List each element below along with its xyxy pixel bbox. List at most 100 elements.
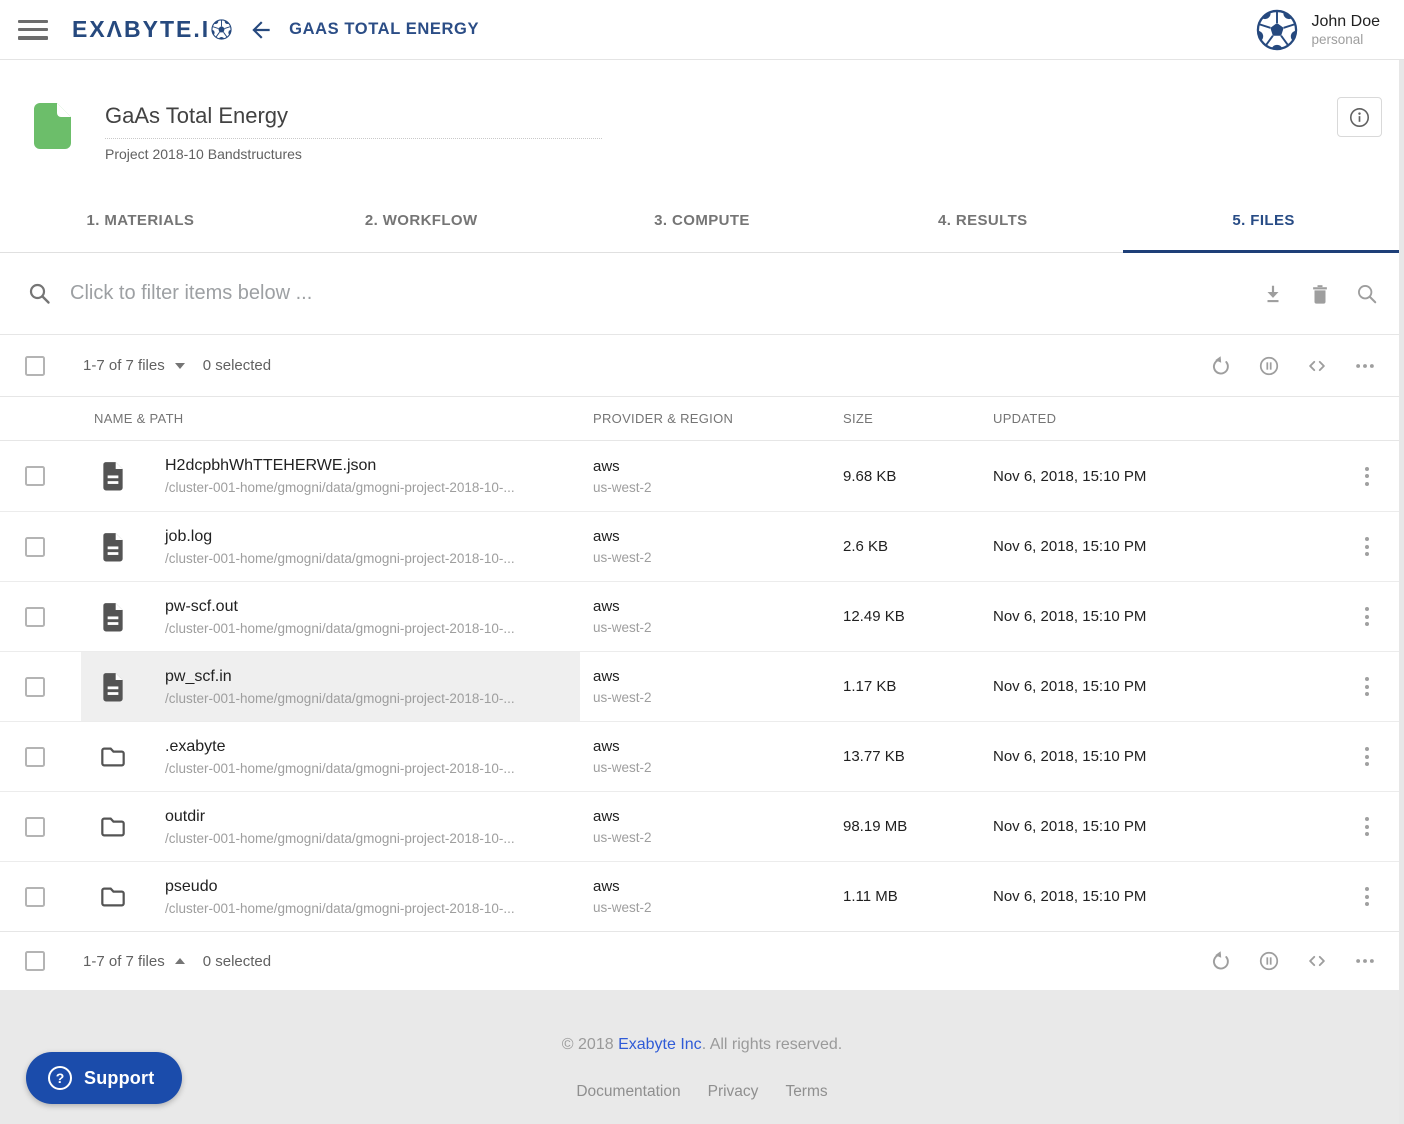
table-row[interactable]: outdir /cluster-001-home/gmogni/data/gmo…	[0, 791, 1404, 861]
updated-date: Nov 6, 2018, 15:10 PM	[993, 608, 1146, 625]
region: us-west-2	[593, 760, 652, 775]
tab-results[interactable]: 4. RESULTS	[842, 189, 1123, 252]
updated-date: Nov 6, 2018, 15:10 PM	[993, 468, 1146, 485]
search-table-icon[interactable]	[1356, 283, 1378, 305]
file-table-header: NAME & PATH PROVIDER & REGION SIZE UPDAT…	[0, 397, 1404, 441]
footer-link-documentation[interactable]: Documentation	[576, 1083, 680, 1101]
user-name: John Doe	[1312, 12, 1381, 33]
footer-link-terms[interactable]: Terms	[785, 1083, 827, 1101]
tab-label: 5. FILES	[1232, 212, 1294, 229]
file-name: pw-scf.out	[165, 598, 515, 616]
pause-icon[interactable]	[1258, 950, 1280, 972]
table-row[interactable]: pw_scf.in /cluster-001-home/gmogni/data/…	[0, 651, 1404, 721]
file-name: pw_scf.in	[165, 668, 515, 686]
file-name: pseudo	[165, 878, 515, 896]
code-icon[interactable]	[1306, 950, 1328, 972]
hamburger-menu-icon[interactable]	[18, 20, 48, 40]
tab-label: 1. MATERIALS	[86, 212, 194, 229]
filter-input[interactable]	[70, 282, 1262, 305]
row-menu-icon[interactable]	[1359, 461, 1375, 492]
file-path: /cluster-001-home/gmogni/data/gmogni-pro…	[165, 901, 515, 916]
file-path: /cluster-001-home/gmogni/data/gmogni-pro…	[165, 691, 515, 706]
pagination-dropdown-bottom[interactable]: 1-7 of 7 files	[83, 953, 185, 970]
table-controls-bottom: 1-7 of 7 files 0 selected	[0, 931, 1404, 990]
page-title: GaAs Total Energy	[105, 103, 602, 139]
region: us-west-2	[593, 620, 652, 635]
help-icon: ?	[48, 1066, 72, 1090]
exabyte-logo[interactable]: EXΛBYTE.I	[72, 16, 232, 43]
entity-header: GaAs Total Energy Project 2018-10 Bandst…	[0, 60, 1404, 189]
filter-bar	[0, 253, 1404, 335]
pause-icon[interactable]	[1258, 355, 1280, 377]
updated-date: Nov 6, 2018, 15:10 PM	[993, 818, 1146, 835]
download-icon[interactable]	[1262, 283, 1284, 305]
column-name-path: NAME & PATH	[81, 411, 580, 426]
info-button[interactable]	[1337, 97, 1382, 137]
tab-workflow[interactable]: 2. WORKFLOW	[281, 189, 562, 252]
tab-label: 3. COMPUTE	[654, 212, 750, 229]
tab-label: 4. RESULTS	[938, 212, 1028, 229]
provider: aws	[593, 738, 652, 755]
info-icon	[1349, 107, 1370, 128]
file-size: 9.68 KB	[843, 468, 896, 485]
table-row[interactable]: .exabyte /cluster-001-home/gmogni/data/g…	[0, 721, 1404, 791]
tab-materials[interactable]: 1. MATERIALS	[0, 189, 281, 252]
provider: aws	[593, 668, 652, 685]
file-size: 2.6 KB	[843, 538, 888, 555]
user-menu[interactable]: John Doe personal	[1256, 9, 1381, 51]
footer-links: Documentation Privacy Terms	[0, 1083, 1404, 1101]
row-checkbox[interactable]	[25, 677, 45, 697]
row-menu-icon[interactable]	[1359, 531, 1375, 562]
row-checkbox[interactable]	[25, 887, 45, 907]
footer-link-privacy[interactable]: Privacy	[708, 1083, 759, 1101]
row-checkbox[interactable]	[25, 817, 45, 837]
select-all-checkbox-bottom[interactable]	[25, 951, 45, 971]
column-provider-region: PROVIDER & REGION	[580, 411, 830, 426]
more-horizontal-icon[interactable]	[1354, 355, 1376, 377]
row-checkbox[interactable]	[25, 747, 45, 767]
row-menu-icon[interactable]	[1359, 741, 1375, 772]
updated-date: Nov 6, 2018, 15:10 PM	[993, 538, 1146, 555]
pagination-dropdown[interactable]: 1-7 of 7 files	[83, 357, 185, 374]
support-button[interactable]: ? Support	[26, 1052, 182, 1104]
file-size: 1.17 KB	[843, 678, 896, 695]
user-account: personal	[1312, 32, 1381, 47]
tab-files[interactable]: 5. FILES	[1123, 189, 1404, 252]
more-horizontal-icon[interactable]	[1354, 950, 1376, 972]
delete-icon[interactable]	[1309, 283, 1331, 305]
scrollbar[interactable]	[1399, 60, 1404, 1124]
row-checkbox[interactable]	[25, 537, 45, 557]
code-icon[interactable]	[1306, 355, 1328, 377]
file-path: /cluster-001-home/gmogni/data/gmogni-pro…	[165, 761, 515, 776]
table-row[interactable]: job.log /cluster-001-home/gmogni/data/gm…	[0, 511, 1404, 581]
row-menu-icon[interactable]	[1359, 811, 1375, 842]
logo-text: EXΛBYTE.I	[72, 16, 210, 43]
row-menu-icon[interactable]	[1359, 671, 1375, 702]
back-arrow-icon[interactable]	[248, 17, 274, 43]
search-icon	[28, 282, 52, 306]
updated-date: Nov 6, 2018, 15:10 PM	[993, 678, 1146, 695]
file-size: 98.19 MB	[843, 818, 907, 835]
region: us-west-2	[593, 550, 652, 565]
table-row[interactable]: pw-scf.out /cluster-001-home/gmogni/data…	[0, 581, 1404, 651]
region: us-west-2	[593, 690, 652, 705]
tab-compute[interactable]: 3. COMPUTE	[562, 189, 843, 252]
company-link[interactable]: Exabyte Inc	[618, 1036, 702, 1053]
row-checkbox[interactable]	[25, 607, 45, 627]
file-name: .exabyte	[165, 738, 515, 756]
pagination-range: 1-7 of 7 files	[83, 953, 165, 970]
select-all-checkbox[interactable]	[25, 356, 45, 376]
column-updated: UPDATED	[980, 411, 1330, 426]
table-row[interactable]: pseudo /cluster-001-home/gmogni/data/gmo…	[0, 861, 1404, 931]
tab-label: 2. WORKFLOW	[365, 212, 478, 229]
refresh-icon[interactable]	[1210, 950, 1232, 972]
table-row[interactable]: H2dcpbhWhTTEHERWE.json /cluster-001-home…	[0, 441, 1404, 511]
provider: aws	[593, 878, 652, 895]
files-page: EXΛBYTE.I GAAS TOTAL ENERGY John Doe per…	[0, 0, 1404, 1124]
file-path: /cluster-001-home/gmogni/data/gmogni-pro…	[165, 480, 515, 495]
row-menu-icon[interactable]	[1359, 601, 1375, 632]
row-checkbox[interactable]	[25, 466, 45, 486]
table-actions-bottom	[1210, 950, 1376, 972]
row-menu-icon[interactable]	[1359, 881, 1375, 912]
refresh-icon[interactable]	[1210, 355, 1232, 377]
